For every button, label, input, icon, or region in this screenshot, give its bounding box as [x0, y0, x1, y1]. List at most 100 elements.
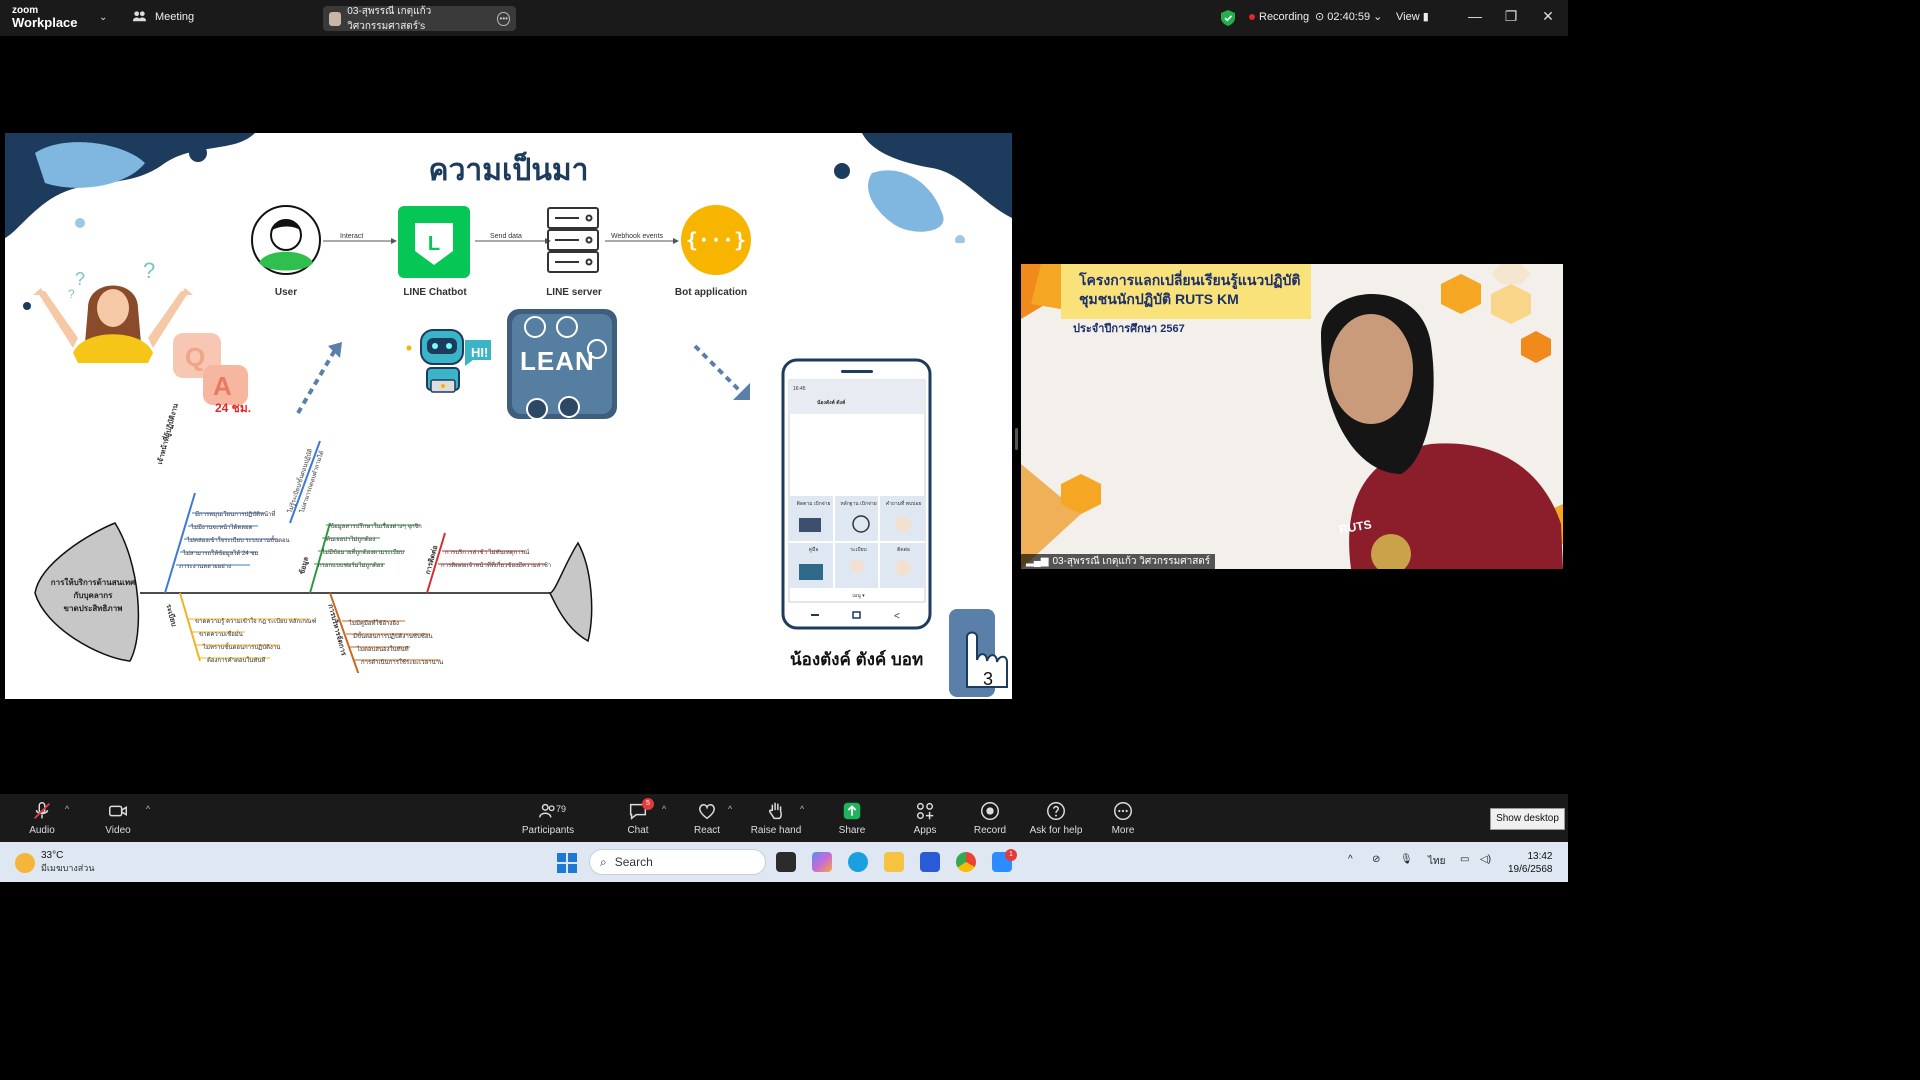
fishbone-rules-2: ขาดความเชื่อมั่น: [199, 632, 243, 638]
more-options-icon[interactable]: •••: [497, 11, 510, 26]
apps-label: Apps: [913, 825, 937, 836]
partly-cloudy-icon: [15, 852, 35, 873]
clock-icon: ⊙: [1315, 11, 1325, 23]
record-button[interactable]: Record: [958, 800, 1022, 836]
signal-bars-icon: ▂▄▆: [1026, 556, 1049, 567]
fishbone-staff-3: ไม่คล่องเข้าใจระเบียบ ระบบงานขั้นตอน: [187, 538, 290, 544]
svg-text:A: A: [213, 371, 232, 401]
phone-menu-item-6: ติดต่อ: [897, 547, 910, 553]
phone-caption: น้องตังค์ ตังค์ บอท: [790, 650, 924, 669]
chat-label: Chat: [627, 825, 649, 836]
apps-icon: [916, 802, 934, 820]
more-button[interactable]: More: [1091, 800, 1155, 836]
ask-for-help-button[interactable]: Ask for help: [1024, 800, 1088, 836]
weather-widget[interactable]: 33°C มีเมฆบางส่วน: [15, 850, 94, 875]
slide-title: ความเป็นมา: [428, 154, 589, 187]
panel-resize-handle[interactable]: [1015, 428, 1018, 450]
microsoft-store-icon[interactable]: [920, 852, 940, 872]
phone-menu-item-1: ติดตาม เบิกจ่าย: [796, 501, 831, 507]
fishbone-data-3: ไม่มีข้อมายที่ถูกต้องตามระเบียบ: [322, 550, 404, 556]
restore-icon[interactable]: ❐: [1501, 8, 1521, 25]
show-desktop-tooltip: Show desktop: [1490, 808, 1565, 830]
svg-text:L: L: [428, 233, 440, 255]
svg-text:?: ?: [68, 287, 75, 301]
minimize-icon[interactable]: —: [1465, 8, 1485, 24]
share-button[interactable]: Share: [820, 800, 884, 836]
flow-diagram: L {···}: [251, 205, 751, 278]
windows-start-icon[interactable]: [557, 853, 577, 873]
recording-indicator[interactable]: Recording: [1249, 11, 1309, 23]
node-label-bot-application: Bot application: [674, 287, 748, 298]
video-button[interactable]: Video: [86, 800, 150, 836]
weather-condition: มีเมฆบางส่วน: [41, 863, 95, 873]
raise-hand-button[interactable]: Raise hand: [744, 800, 808, 836]
recording-label: Recording: [1259, 11, 1310, 23]
taskbar-clock[interactable]: 13:42 19/6/2568: [1508, 850, 1553, 876]
microphone-tray-icon[interactable]: 🎙: [1400, 854, 1413, 865]
heart-icon: [699, 804, 715, 820]
ask-for-help-label: Ask for help: [1029, 825, 1083, 836]
node-label-line-chatbot: LINE Chatbot: [403, 287, 467, 298]
chat-caret-icon[interactable]: ^: [662, 804, 666, 814]
fishbone-rules-4: ต้องการคำตอบในทันที: [207, 658, 266, 664]
file-explorer-icon[interactable]: [884, 852, 904, 872]
line-server-icon: [547, 207, 599, 273]
clock-date: 19/6/2568: [1508, 864, 1553, 875]
input-language[interactable]: ไทย: [1428, 854, 1445, 869]
security-shield-icon[interactable]: [1221, 10, 1235, 26]
chevron-down-icon[interactable]: ⌄: [99, 12, 107, 23]
audio-label: Audio: [29, 825, 55, 836]
title-bar: zoom Workplace ⌄ Meeting 03-สุพรรณี เกตุ…: [0, 0, 1568, 36]
meeting-timer[interactable]: ⊙ 02:40:59 ⌄: [1315, 10, 1382, 23]
chevron-down-icon: ⌄: [1373, 11, 1383, 23]
qa-24hr-label: 24 ชม.: [215, 401, 252, 415]
edge-browser-icon[interactable]: [848, 852, 868, 872]
meeting-menu-button[interactable]: Meeting: [132, 9, 194, 24]
record-label: Record: [973, 825, 1007, 836]
fishbone-data-2: ค้นเจอบ่าไม่ถูกต้อง: [326, 537, 376, 543]
zoom-workplace-logo[interactable]: zoom Workplace: [12, 5, 78, 29]
slide-page-number: 3: [983, 669, 994, 689]
svg-text:?: ?: [75, 269, 85, 289]
raise-hand-caret-icon[interactable]: ^: [800, 804, 804, 814]
participant-video-tile[interactable]: โครงการแลกเปลี่ยนเรียนรู้แนวปฏิบัติ ชุมช…: [1021, 264, 1563, 569]
network-icon[interactable]: ⊘: [1372, 854, 1380, 865]
view-button[interactable]: View ▮: [1396, 10, 1429, 23]
audio-caret-icon[interactable]: ^: [65, 804, 69, 814]
fishbone-head-line-2: กับบุคลากร: [73, 591, 113, 600]
taskbar-search-box[interactable]: ⌕ Search: [589, 849, 766, 875]
chrome-icon[interactable]: [956, 852, 976, 872]
help-icon: [1047, 802, 1065, 820]
edge-label-webhook: Webhook events: [611, 233, 664, 240]
apps-button[interactable]: Apps: [893, 800, 957, 836]
timer-value: 02:40:59: [1327, 11, 1371, 23]
fishbone-mgmt-4: การดำเนินการใช้ระยะเวลานาน: [361, 660, 444, 666]
close-icon[interactable]: ✕: [1538, 8, 1558, 25]
tray-overflow-icon[interactable]: ^: [1348, 854, 1353, 865]
svg-text:{···}: {···}: [686, 228, 746, 252]
display-icon[interactable]: ▭: [1460, 854, 1469, 865]
node-label-line-server: LINE server: [546, 287, 602, 298]
svg-text:?: ?: [143, 258, 155, 283]
task-view-icon[interactable]: [776, 852, 796, 872]
fishbone-rules-1: ขาดความรู้ ความเข้าใจ กฎ ระเบียบ หลักเกณ…: [195, 619, 317, 625]
participants-button[interactable]: 79 Participants: [516, 800, 580, 836]
camera-icon: [109, 805, 127, 817]
volume-icon[interactable]: ◁): [1480, 854, 1491, 865]
chat-button[interactable]: 5 Chat: [606, 798, 670, 836]
fishbone-contact-1: การบริการล่าช้า ไม่ทันเหตุการณ์: [445, 550, 530, 556]
active-speaker-chip[interactable]: 03-สุพรรณี เกตุแก้ว วิศวกรรมศาสตร์'s •••: [323, 6, 516, 32]
react-label: React: [693, 825, 721, 836]
video-caret-icon[interactable]: ^: [146, 804, 150, 814]
phone-mockup: <: [781, 358, 932, 630]
windows-taskbar: 33°C มีเมฆบางส่วน ⌕ Search 1 ^ ⊘ 🎙 ไทย ▭…: [0, 842, 1568, 882]
copilot-icon[interactable]: [812, 852, 832, 872]
view-label: View: [1396, 11, 1420, 23]
record-icon: [981, 802, 999, 820]
react-caret-icon[interactable]: ^: [728, 804, 732, 814]
view-grid-icon: ▮: [1422, 11, 1429, 23]
phone-menu-footer: เมนู ▾: [852, 593, 865, 599]
dashed-arrow-up-icon: [296, 342, 342, 415]
weather-temperature: 33°C: [41, 850, 64, 861]
participants-count: 79: [556, 804, 567, 814]
